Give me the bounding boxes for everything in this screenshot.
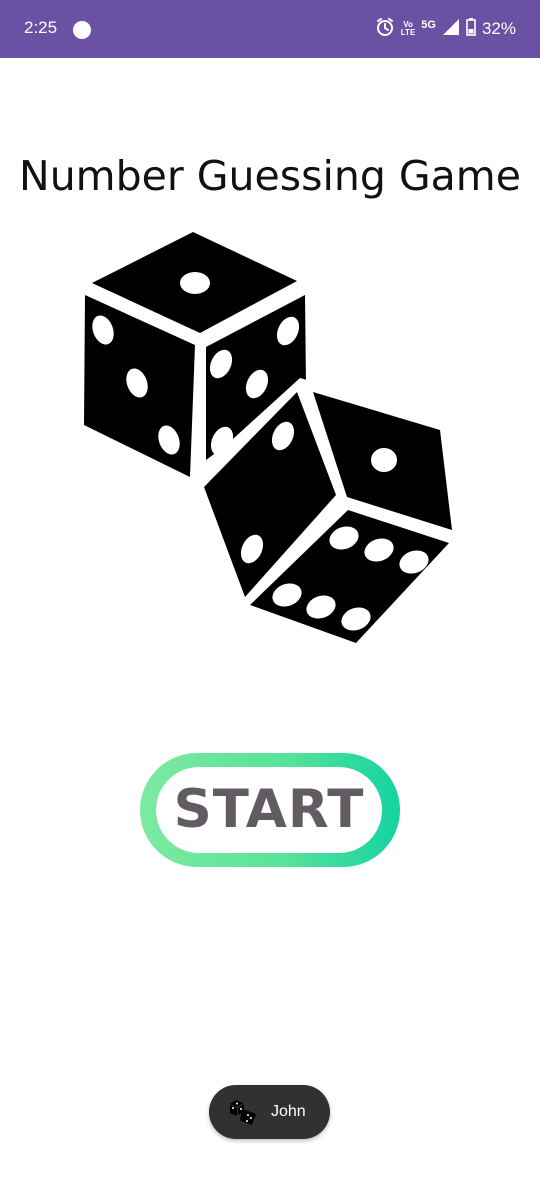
toast-text: John: [271, 1103, 306, 1120]
start-button[interactable]: START: [140, 753, 400, 867]
start-button-label: START: [173, 779, 365, 840]
dice-icon: [80, 228, 462, 652]
signal-icon: [442, 18, 460, 41]
status-bar: 2:25 Vo LTE 5G 32%: [0, 0, 540, 58]
notification-dot-icon: [73, 21, 91, 39]
battery-percent: 32%: [481, 19, 516, 38]
status-time: 2:25: [24, 18, 58, 37]
dice-icon: [227, 1096, 259, 1128]
status-icons: Vo LTE 5G 32%: [375, 16, 516, 42]
volte-indicator: Vo LTE: [401, 21, 416, 37]
page-title: Number Guessing Game: [19, 152, 521, 200]
toast-message: John: [209, 1085, 330, 1139]
volte-bottom: LTE: [400, 28, 416, 37]
battery-icon: [466, 17, 476, 41]
alarm-icon: [375, 17, 395, 42]
network-type: 5G: [421, 19, 436, 31]
